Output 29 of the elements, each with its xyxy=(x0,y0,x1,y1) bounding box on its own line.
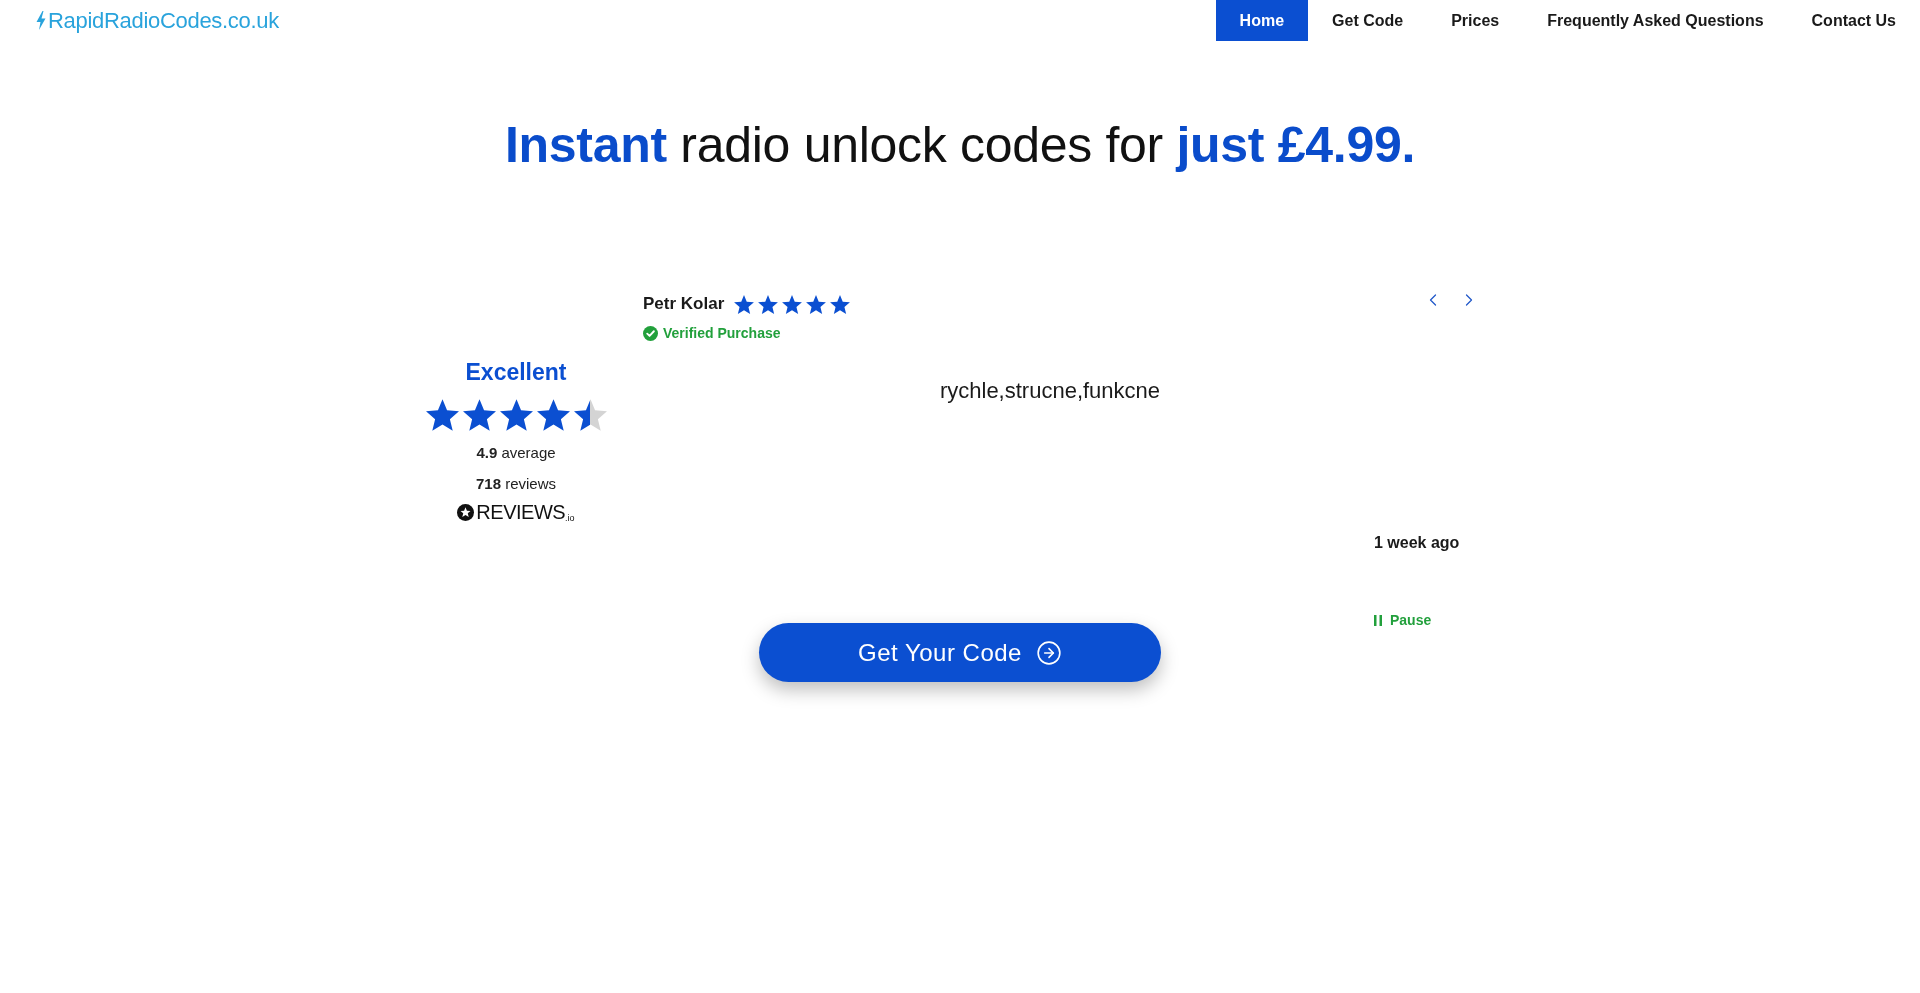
review-count: 718 reviews xyxy=(475,474,556,494)
review-time: 1 week ago xyxy=(1374,533,1460,553)
star-icon xyxy=(499,399,533,431)
star-icon xyxy=(830,294,851,314)
verified-label: Verified Purchase xyxy=(663,324,781,343)
arrow-circle-icon xyxy=(1035,639,1062,666)
star-icon xyxy=(462,399,496,431)
headline: Instant radio unlock codes for just £4.99. xyxy=(504,117,1415,173)
star-icon xyxy=(782,294,803,314)
reviewer-name: Petr Kolar xyxy=(643,293,725,315)
star-icon xyxy=(758,294,779,314)
star-icon xyxy=(573,399,607,431)
star-icon xyxy=(806,294,827,314)
nav-link[interactable]: Contact Us xyxy=(1787,0,1920,41)
star-icon xyxy=(425,399,459,431)
star-icon xyxy=(536,399,570,431)
nav-link[interactable]: Get Code xyxy=(1308,0,1428,41)
rating-label: Excellent xyxy=(465,358,567,387)
star-badge-icon xyxy=(457,503,475,521)
get-code-button[interactable]: Get Your Code xyxy=(759,623,1161,682)
pause-icon xyxy=(1374,614,1382,626)
star-icon xyxy=(734,294,755,314)
lightning-bolt-icon xyxy=(36,11,46,30)
brand-name: REVIEWS$_{.io}$ xyxy=(476,502,575,522)
nav-link[interactable]: Prices xyxy=(1427,0,1524,41)
average-rating: 4.9 average xyxy=(476,443,556,463)
review-text: rychle,strucne,funkcne xyxy=(939,378,1161,403)
nav-link[interactable]: Home xyxy=(1215,0,1309,41)
nav-link[interactable]: Frequently Asked Questions xyxy=(1523,0,1788,41)
